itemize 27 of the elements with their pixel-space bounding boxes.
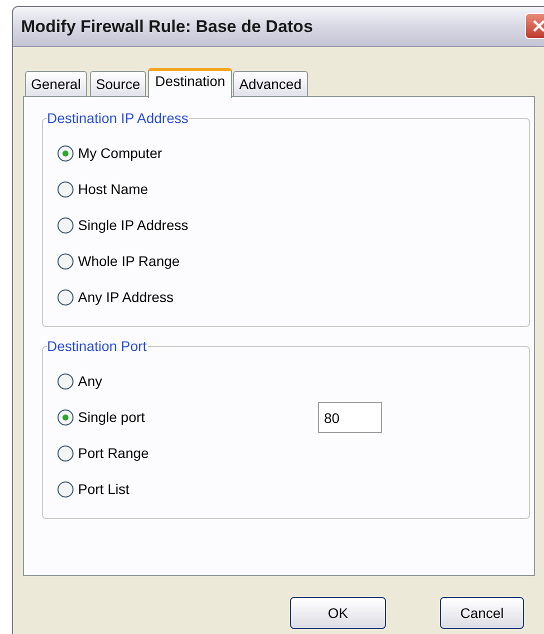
tab[interactable]: Source (90, 71, 146, 97)
radio-button[interactable] (57, 481, 74, 498)
close-icon (531, 18, 544, 34)
radio-label[interactable]: Port List (78, 479, 318, 500)
radio-label[interactable]: Port Range (78, 443, 318, 464)
radio-button[interactable] (57, 445, 74, 462)
radio-label[interactable]: Single IP Address (78, 215, 318, 236)
radio-button[interactable] (57, 409, 74, 426)
tab[interactable]: General (25, 71, 87, 97)
tab[interactable]: Advanced (233, 71, 308, 97)
radio-button[interactable] (57, 289, 74, 306)
radio-label[interactable]: Any (78, 371, 318, 392)
window-title: Modify Firewall Rule: Base de Datos (21, 16, 313, 38)
radio-button[interactable] (57, 373, 74, 390)
port-field[interactable]: 80 (318, 402, 382, 433)
radio-button[interactable] (57, 217, 74, 234)
radio-label[interactable]: Host Name (78, 179, 318, 200)
radio-label[interactable]: Single port (78, 407, 318, 428)
radio-label[interactable]: Whole IP Range (78, 251, 318, 272)
radio-button[interactable] (57, 181, 74, 198)
ok-button[interactable]: OK (290, 597, 386, 629)
radio-button[interactable] (57, 145, 74, 162)
radio-label[interactable]: Any IP Address (78, 287, 318, 308)
cancel-button[interactable]: Cancel (440, 597, 524, 629)
radio-button[interactable] (57, 253, 74, 270)
radio-label[interactable]: My Computer (78, 143, 318, 164)
tab[interactable]: Destination (148, 68, 232, 98)
